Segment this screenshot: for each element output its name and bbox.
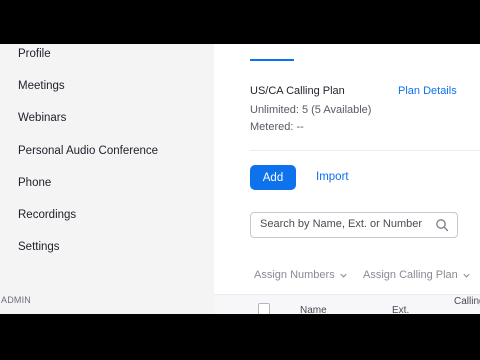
sidebar-item-profile[interactable]: Profile: [18, 48, 51, 60]
plan-unlimited-count: Unlimited: 5 (5 Available): [250, 104, 372, 116]
assign-calling-plan-label: Assign Calling Plan: [363, 269, 458, 281]
search-input[interactable]: [260, 218, 430, 230]
plan-metered-count: Metered: --: [250, 121, 304, 133]
chevron-down-icon: [463, 273, 470, 278]
column-header-calling[interactable]: Calling: [454, 296, 480, 307]
section-divider: [250, 150, 480, 151]
sidebar-item-personal-audio-conference[interactable]: Personal Audio Conference: [18, 145, 158, 157]
sidebar-item-meetings[interactable]: Meetings: [18, 80, 65, 92]
import-button[interactable]: Import: [316, 171, 349, 183]
sidebar-item-webinars[interactable]: Webinars: [18, 112, 66, 124]
column-header-name[interactable]: Name: [300, 305, 327, 314]
search-box: [250, 212, 458, 238]
plan-details-link[interactable]: Plan Details: [398, 85, 457, 97]
calling-plan-name: US/CA Calling Plan: [250, 85, 345, 97]
assign-numbers-dropdown[interactable]: Assign Numbers: [254, 269, 348, 281]
active-tab-indicator: [250, 59, 294, 61]
chevron-down-icon: [340, 273, 347, 278]
assign-numbers-label: Assign Numbers: [254, 269, 335, 281]
sidebar: Profile Meetings Webinars Personal Audio…: [0, 44, 214, 314]
column-header-ext[interactable]: Ext.: [392, 305, 409, 314]
main-content: US/CA Calling Plan Plan Details Unlimite…: [214, 44, 480, 314]
add-button[interactable]: Add: [250, 165, 296, 190]
sidebar-item-recordings[interactable]: Recordings: [18, 209, 76, 221]
sidebar-section-admin: ADMIN: [1, 295, 31, 305]
search-icon[interactable]: [435, 218, 449, 232]
select-all-checkbox[interactable]: [258, 303, 270, 314]
sidebar-item-phone[interactable]: Phone: [18, 177, 51, 189]
app-frame: Profile Meetings Webinars Personal Audio…: [0, 44, 480, 314]
table-header-row: Name Ext. Calling: [214, 294, 480, 314]
sidebar-item-settings[interactable]: Settings: [18, 241, 60, 253]
assign-calling-plan-dropdown[interactable]: Assign Calling Plan: [363, 269, 471, 281]
